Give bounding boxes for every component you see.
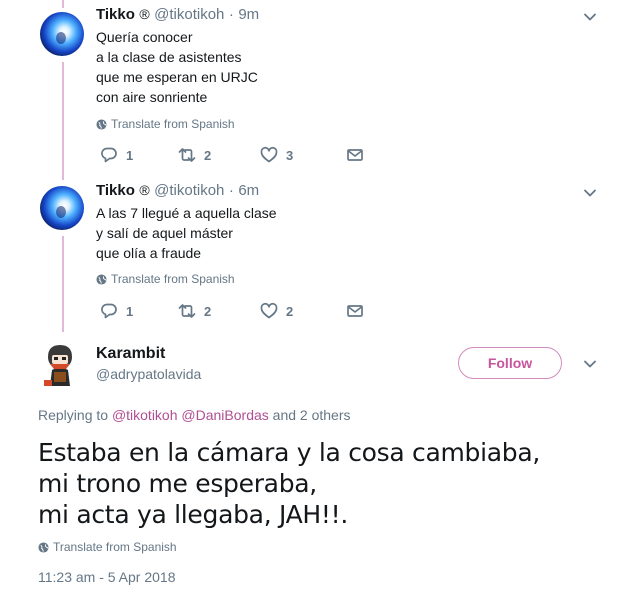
- tweet-actions: 1 2 3: [100, 146, 364, 164]
- retweet-count: 2: [204, 303, 212, 319]
- reply-count: 1: [126, 147, 134, 163]
- dm-button[interactable]: [346, 146, 364, 164]
- avatar[interactable]: [40, 12, 84, 56]
- retweet-button[interactable]: 2: [178, 146, 260, 164]
- chevron-down-icon[interactable]: [583, 186, 597, 200]
- mention-link[interactable]: @tikotikoh: [112, 407, 178, 423]
- tweet-text: A las 7 llegué a aquella clase y salí de…: [96, 205, 277, 261]
- replying-to: Replying to @tikotikoh @DaniBordas and 2…: [38, 407, 351, 423]
- tweet-header: Tikko ® @tikotikoh · 6m: [96, 182, 259, 200]
- separator: ·: [228, 6, 234, 23]
- verified-badge: ®: [139, 6, 150, 22]
- globe-icon: [38, 541, 49, 553]
- thread-connector-line: [62, 236, 64, 332]
- globe-icon: [96, 118, 107, 130]
- user-name[interactable]: Tikko: [96, 182, 135, 199]
- user-handle[interactable]: @tikotikoh: [154, 6, 224, 23]
- tweet-header: Tikko ® @tikotikoh · 9m: [96, 6, 259, 24]
- translate-link[interactable]: Translate from Spanish: [38, 540, 177, 554]
- user-handle[interactable]: @adrypatolavida: [96, 366, 201, 382]
- tweet-time[interactable]: 6m: [238, 182, 259, 199]
- mention-link[interactable]: @DaniBordas: [181, 407, 268, 423]
- translate-link[interactable]: Translate from Spanish: [96, 117, 235, 131]
- retweet-icon: [178, 304, 196, 318]
- reply-icon: [101, 303, 117, 319]
- avatar[interactable]: [38, 340, 82, 388]
- envelope-icon: [347, 149, 363, 161]
- thread-connector-line: [62, 62, 64, 180]
- tweet-actions: 1 2 2: [100, 302, 364, 320]
- translate-label: Translate from Spanish: [53, 540, 177, 554]
- tweet-timestamp[interactable]: 11:23 am - 5 Apr 2018: [38, 569, 176, 585]
- replying-prefix: Replying to: [38, 407, 109, 423]
- translate-label: Translate from Spanish: [111, 117, 235, 131]
- reply-button[interactable]: 1: [100, 146, 178, 164]
- like-count: 2: [286, 303, 294, 319]
- heart-icon: [260, 146, 278, 163]
- like-button[interactable]: 3: [260, 146, 346, 164]
- envelope-icon: [347, 305, 363, 317]
- reply-button[interactable]: 1: [100, 302, 178, 320]
- user-handle[interactable]: @tikotikoh: [154, 182, 224, 199]
- tweet-text: Quería conocer a la clase de asistentes …: [96, 29, 258, 105]
- heart-icon: [260, 302, 278, 319]
- retweet-icon: [178, 148, 196, 162]
- retweet-button[interactable]: 2: [178, 302, 260, 320]
- verified-badge: ®: [139, 182, 150, 198]
- tweet-text: Estaba en la cámara y la cosa cambiaba, …: [38, 438, 541, 529]
- user-name[interactable]: Karambit: [96, 345, 165, 363]
- reply-icon: [101, 147, 117, 163]
- separator: ·: [228, 182, 234, 199]
- tweet-time[interactable]: 9m: [238, 6, 259, 23]
- retweet-count: 2: [204, 147, 212, 163]
- dm-button[interactable]: [346, 302, 364, 320]
- like-button[interactable]: 2: [260, 302, 346, 320]
- chevron-down-icon[interactable]: [583, 10, 597, 24]
- user-name[interactable]: Tikko: [96, 6, 135, 23]
- translate-link[interactable]: Translate from Spanish: [96, 272, 235, 286]
- reply-count: 1: [126, 303, 134, 319]
- avatar[interactable]: [40, 186, 84, 230]
- chevron-down-icon[interactable]: [583, 357, 597, 371]
- globe-icon: [96, 273, 107, 285]
- replying-others[interactable]: and 2 others: [273, 407, 351, 423]
- follow-button[interactable]: Follow: [458, 347, 562, 379]
- translate-label: Translate from Spanish: [111, 272, 235, 286]
- thread-connector-line: [62, 0, 64, 8]
- like-count: 3: [286, 147, 294, 163]
